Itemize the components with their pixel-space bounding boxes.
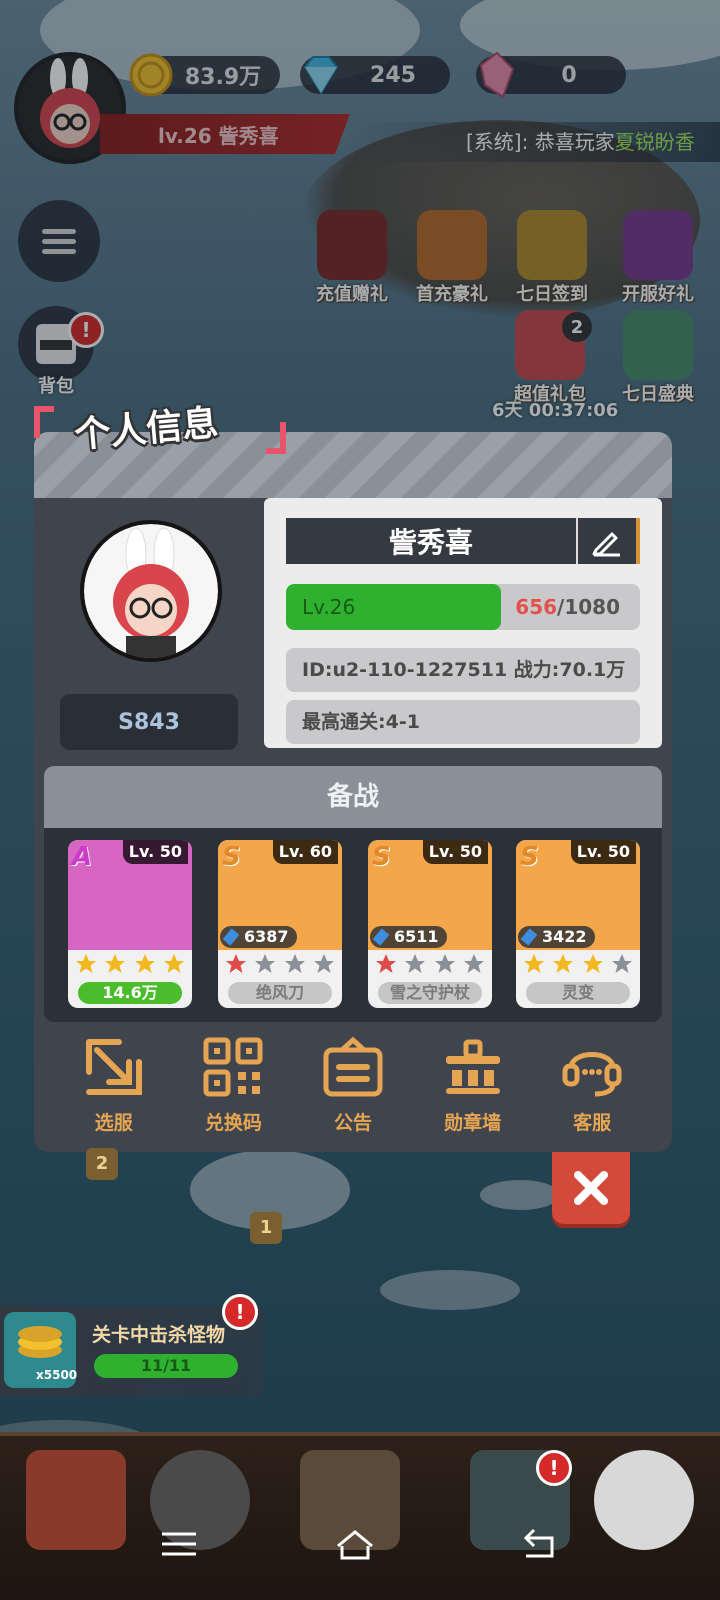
card-stars [224,952,336,976]
alert-badge: ! [536,1450,572,1486]
redeem-code-button[interactable]: 兑换码 [183,1036,283,1146]
announcement-icon [323,1036,383,1097]
home-icon[interactable] [330,1524,380,1564]
star-icon [163,954,184,973]
quest-progress: 11/11 [94,1354,238,1378]
star-icon [134,954,155,973]
star-icon [611,954,632,973]
alert-badge: ! [222,1294,258,1330]
customer-service-button[interactable]: 客服 [542,1036,642,1146]
star-icon [105,954,126,973]
close-button[interactable] [552,1152,630,1224]
quest-title: 关卡中击杀怪物 [92,1324,226,1346]
server-id: S843 [118,709,180,735]
player-name-bar: 訾秀喜 [286,518,640,564]
coin-stack-icon: x5500 [4,1312,78,1388]
card-stars [522,952,634,976]
edit-name-button[interactable] [576,518,640,564]
card-power: 6511 [370,926,447,948]
card-tag: 绝风刀 [228,982,332,1004]
card-level: Lv. 50 [122,840,188,864]
medal-wall-button[interactable]: 勋章墙 [423,1036,523,1146]
star-icon [463,954,484,973]
qr-code-icon [203,1037,263,1097]
star-icon [376,954,396,973]
card-tag: 14.6万 [78,982,182,1004]
experience-total: /1080 [557,595,620,619]
battle-lineup-panel: 备战 A Lv. 50 14.6万 S Lv. 60 6387 绝风刀 S Lv. 50 6511… [44,766,662,1022]
customer-service-icon [562,1052,622,1097]
dialog-title: 个人信息 [72,402,220,457]
experience-current: 656 [515,595,558,619]
close-icon [574,1171,608,1205]
medal-wall-label: 勋章墙 [444,1112,502,1134]
back-icon[interactable] [514,1524,564,1564]
battle-lineup-title: 备战 [44,766,662,828]
star-icon [405,954,426,973]
pencil-icon [592,532,620,557]
profile-avatar[interactable] [80,520,222,662]
star-icon [524,954,544,973]
menu-icon[interactable] [154,1524,204,1564]
star-icon [226,954,246,973]
profile-right-panel: 訾秀喜 Lv.26 656/1080 ID:u2-110-1227511 战力:… [264,498,662,748]
stage-marker[interactable]: 1 [250,1212,282,1244]
star-icon [582,954,603,973]
card-level: Lv. 50 [422,840,488,864]
medal-wall-icon [445,1039,500,1094]
lineup-card[interactable]: S Lv. 60 6387 绝风刀 [218,840,342,1008]
experience-bar: Lv.26 656/1080 [286,584,640,630]
star-icon [553,954,574,973]
card-rank: A [72,842,93,872]
best-stage: 最高通关:4-1 [286,700,640,744]
star-icon [76,954,96,973]
dialog-title-plate: 个人信息 [34,394,286,462]
player-level: Lv.26 [302,595,356,619]
card-level: Lv. 50 [570,840,636,864]
card-tag: 灵变 [526,982,630,1004]
card-stars [374,952,486,976]
select-server-icon [85,1039,142,1095]
card-tag: 雪之守护杖 [378,982,482,1004]
card-power: 6387 [220,926,297,948]
profile-dialog: S843 訾秀喜 Lv.26 656/1080 ID:u2-110-122751… [34,432,672,1152]
select-server-button[interactable]: 选服 [64,1036,164,1146]
select-server-label: 选服 [94,1112,133,1134]
card-rank: S [520,842,539,872]
profile-left-panel: S843 [34,498,264,762]
system-navigation-bar [0,1490,720,1600]
player-name: 訾秀喜 [388,526,473,559]
star-icon [313,954,334,973]
player-id-power: ID:u2-110-1227511 战力:70.1万 [286,648,640,692]
title-bracket-left [34,406,54,438]
announcement-label: 公告 [333,1112,372,1134]
profile-actions: 选服 兑换码 公告 勋章墙 客服 [34,1036,672,1146]
star-icon [284,954,305,973]
star-icon [434,954,455,973]
stage-marker[interactable]: 2 [86,1148,118,1180]
card-stars [74,952,186,976]
redeem-code-label: 兑换码 [204,1112,262,1134]
star-icon [255,954,276,973]
title-bracket-right [266,422,286,454]
server-badge: S843 [60,694,238,750]
announcement-button[interactable]: 公告 [303,1036,403,1146]
card-rank: S [222,842,241,872]
customer-service-label: 客服 [573,1112,612,1134]
card-power: 3422 [518,926,595,948]
lineup-card[interactable]: S Lv. 50 6511 雪之守护杖 [368,840,492,1008]
lineup-card[interactable]: S Lv. 50 3422 灵变 [516,840,640,1008]
card-rank: S [372,842,391,872]
quest-reward-qty: x5500 [36,1368,78,1382]
card-level: Lv. 60 [272,840,338,864]
lineup-card[interactable]: A Lv. 50 14.6万 [68,840,192,1008]
experience-value: 656/1080 [515,584,620,630]
